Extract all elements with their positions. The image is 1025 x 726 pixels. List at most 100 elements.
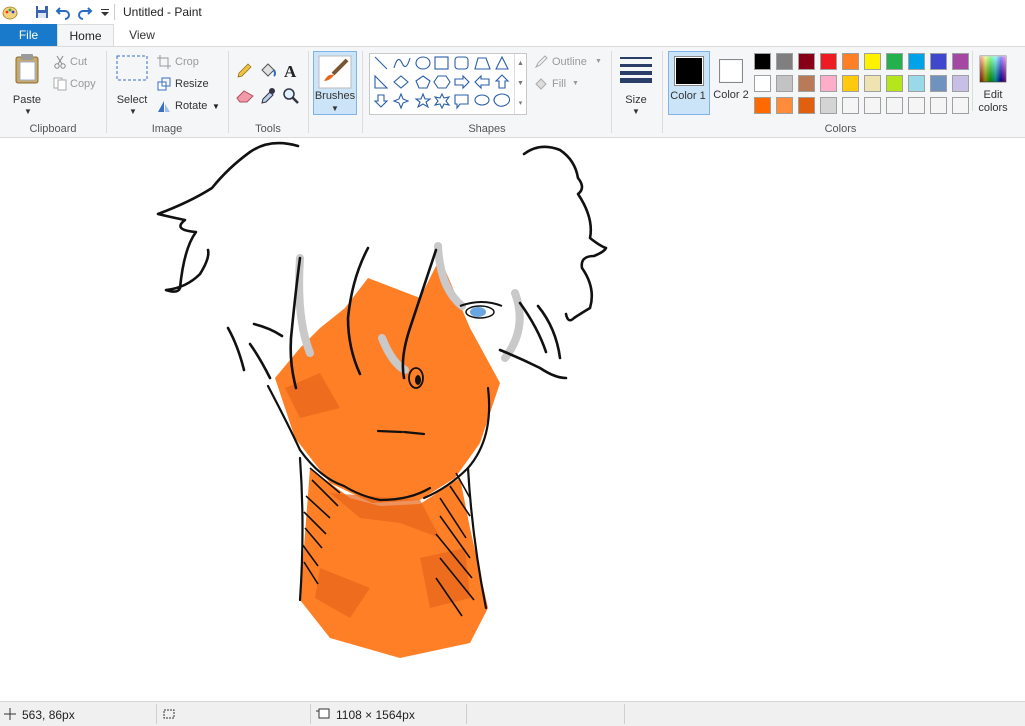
palette-swatch[interactable] — [952, 53, 969, 70]
selection-size-icon — [163, 709, 175, 719]
select-button[interactable]: Select ▼ — [113, 51, 151, 116]
right-triangle-shape-icon — [374, 74, 389, 89]
outline-dropdown-icon: ▼ — [595, 58, 602, 65]
copy-button[interactable]: Copy — [70, 78, 96, 90]
size-dropdown-icon: ▼ — [632, 107, 640, 116]
ribbon: Paste ▼ Cut Copy Clipboard Select ▼ Crop — [0, 46, 1025, 138]
palette-swatch[interactable] — [886, 53, 903, 70]
palette-swatch[interactable] — [842, 97, 859, 114]
palette-swatch[interactable] — [886, 97, 903, 114]
color2-swatch — [721, 61, 741, 81]
palette-swatch[interactable] — [952, 75, 969, 92]
color1-label: Color 1 — [670, 90, 706, 102]
color2-label: Color 2 — [713, 89, 749, 101]
palette-swatch[interactable] — [908, 97, 925, 114]
fill-button[interactable]: Fill — [552, 78, 566, 90]
shapes-scroll[interactable]: ▲ ▼ ▾ — [514, 54, 526, 114]
crop-button[interactable]: Crop — [175, 56, 199, 68]
crop-icon — [157, 55, 171, 69]
palette-swatch[interactable] — [930, 75, 947, 92]
palette-swatch[interactable] — [842, 53, 859, 70]
redo-icon[interactable] — [77, 4, 93, 20]
palette-swatch[interactable] — [820, 97, 837, 114]
right-arrow-shape-icon — [454, 74, 470, 90]
rotate-button[interactable]: Rotate — [175, 100, 207, 112]
customize-quick-access-icon[interactable] — [97, 4, 113, 20]
palette-swatch[interactable] — [798, 53, 815, 70]
ribbon-tabs: File Home View — [0, 24, 1025, 46]
palette-swatch[interactable] — [754, 97, 771, 114]
brush-icon — [318, 55, 352, 89]
color-picker-icon[interactable] — [260, 87, 276, 105]
cursor-position-icon — [4, 708, 16, 720]
palette-swatch[interactable] — [776, 97, 793, 114]
rounded-rectangle-shape-icon — [454, 56, 469, 70]
select-icon — [116, 55, 148, 81]
brushes-button[interactable]: Brushes ▼ — [313, 51, 357, 115]
palette-swatch[interactable] — [908, 53, 925, 70]
triangle-shape-icon — [495, 55, 509, 70]
paint-app-icon — [2, 6, 18, 20]
shapes-gallery[interactable]: ▲ ▼ ▾ — [369, 53, 527, 115]
palette-swatch[interactable] — [930, 97, 947, 114]
rotate-icon — [158, 101, 170, 112]
palette-swatch[interactable] — [776, 75, 793, 92]
undo-icon[interactable] — [55, 4, 71, 20]
window-title: Untitled - Paint — [123, 5, 202, 19]
palette-swatch[interactable] — [798, 75, 815, 92]
four-point-star-shape-icon — [392, 92, 410, 110]
brushes-dropdown-icon: ▼ — [331, 104, 339, 113]
palette-swatch[interactable] — [798, 97, 815, 114]
palette-swatch[interactable] — [864, 97, 881, 114]
resize-button[interactable]: Resize — [175, 78, 209, 90]
outline-icon — [534, 55, 548, 69]
magnifier-icon[interactable] — [283, 87, 299, 105]
palette-swatch[interactable] — [842, 75, 859, 92]
palette-swatch[interactable] — [952, 97, 969, 114]
color-spectrum-icon — [979, 55, 1007, 83]
canvas-size-icon — [316, 708, 330, 719]
group-divider — [362, 51, 363, 133]
curve-shape-icon — [393, 57, 411, 69]
polygon-shape-icon — [474, 57, 491, 70]
palette-swatch[interactable] — [776, 53, 793, 70]
edit-colors-button[interactable]: Edit colors — [974, 51, 1012, 115]
eraser-icon[interactable] — [236, 89, 254, 103]
outline-button[interactable]: Outline — [552, 56, 587, 68]
group-divider — [611, 51, 612, 133]
color1-button[interactable]: Color 1 — [668, 51, 710, 115]
size-button[interactable]: Size ▼ — [616, 51, 656, 116]
pencil-icon[interactable] — [236, 63, 252, 79]
palette-swatch[interactable] — [820, 53, 837, 70]
palette-swatch[interactable] — [908, 75, 925, 92]
fill-bucket-icon[interactable] — [259, 62, 277, 80]
color2-button[interactable]: Color 2 — [712, 51, 750, 115]
tab-home[interactable]: Home — [57, 24, 114, 46]
tab-view[interactable]: View — [116, 24, 168, 46]
five-point-star-shape-icon — [414, 92, 432, 109]
palette-swatch[interactable] — [820, 75, 837, 92]
drawing-artwork — [156, 141, 608, 658]
save-icon[interactable] — [34, 4, 50, 20]
left-arrow-shape-icon — [474, 74, 490, 90]
palette-swatch[interactable] — [864, 75, 881, 92]
palette-swatch[interactable] — [930, 53, 947, 70]
palette-swatch[interactable] — [886, 75, 903, 92]
group-divider — [106, 51, 107, 133]
text-tool-icon[interactable]: A — [283, 62, 299, 80]
down-arrow-shape-icon — [373, 94, 389, 108]
cut-icon — [54, 55, 66, 69]
palette-swatch[interactable] — [754, 75, 771, 92]
size-label: Size — [625, 94, 647, 106]
cut-button[interactable]: Cut — [70, 56, 87, 68]
palette-swatch[interactable] — [754, 53, 771, 70]
clipboard-group-label: Clipboard — [29, 123, 77, 135]
shapes-group-label: Shapes — [468, 123, 506, 135]
drawing-canvas[interactable] — [0, 138, 1025, 701]
tab-file[interactable]: File — [0, 24, 57, 46]
palette-swatch[interactable] — [864, 53, 881, 70]
paste-button[interactable]: Paste ▼ — [8, 51, 46, 116]
cursor-position: 563, 86px — [22, 708, 75, 722]
rounded-callout-shape-icon — [454, 94, 469, 110]
pentagon-shape-icon — [415, 75, 431, 89]
